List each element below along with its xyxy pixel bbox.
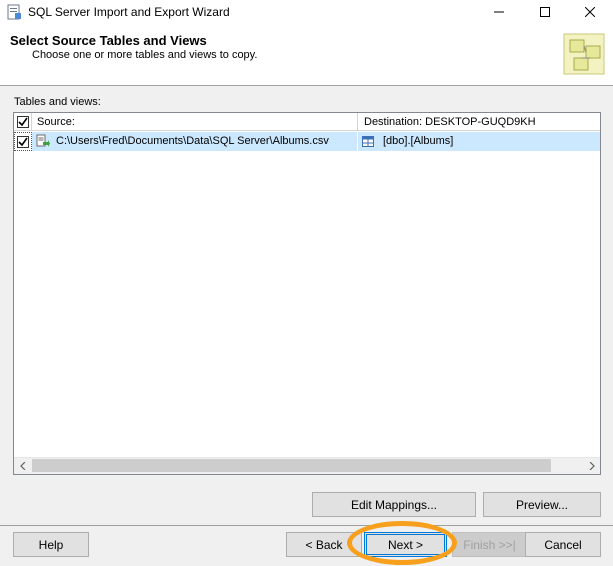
maximize-button[interactable] bbox=[522, 0, 568, 24]
scroll-thumb[interactable] bbox=[32, 459, 551, 472]
footer-separator bbox=[0, 525, 613, 526]
minimize-button[interactable] bbox=[476, 0, 522, 24]
table-icon bbox=[362, 136, 374, 147]
page-subtitle: Choose one or more tables and views to c… bbox=[32, 49, 258, 61]
select-all-checkbox[interactable] bbox=[14, 113, 32, 131]
check-icon bbox=[17, 117, 28, 127]
select-all-checkbox-box bbox=[16, 116, 29, 128]
finish-button: Finish >>| bbox=[452, 532, 527, 557]
destination-table: [dbo].[Albums] bbox=[383, 135, 454, 147]
preview-button[interactable]: Preview... bbox=[483, 492, 601, 517]
wizard-banner-icon bbox=[556, 26, 613, 82]
chevron-left-icon bbox=[19, 461, 25, 470]
scroll-left-button[interactable] bbox=[14, 457, 31, 474]
scroll-right-button[interactable] bbox=[583, 457, 600, 474]
maximize-icon bbox=[540, 7, 550, 17]
tables-grid bbox=[13, 112, 601, 475]
flat-file-source-icon bbox=[36, 134, 50, 147]
cancel-button[interactable]: Cancel bbox=[525, 532, 601, 557]
row-checkbox-box bbox=[17, 135, 29, 148]
close-icon bbox=[585, 7, 595, 17]
back-button[interactable]: < Back bbox=[286, 532, 362, 557]
destination-column-header[interactable]: Destination: DESKTOP-GUQD9KH bbox=[358, 113, 600, 131]
next-button[interactable]: Next > bbox=[364, 532, 447, 557]
source-path: C:\Users\Fred\Documents\Data\SQL Server\… bbox=[56, 135, 329, 147]
minimize-icon bbox=[494, 11, 504, 13]
chevron-right-icon bbox=[589, 461, 595, 470]
window-title: SQL Server Import and Export Wizard bbox=[28, 5, 230, 19]
wizard-app-icon bbox=[7, 4, 21, 20]
check-icon bbox=[18, 137, 28, 146]
source-column-header[interactable]: Source: bbox=[32, 113, 358, 131]
tables-and-views-label: Tables and views: bbox=[14, 96, 101, 108]
help-button[interactable]: Help bbox=[13, 532, 89, 557]
page-title: Select Source Tables and Views bbox=[10, 33, 207, 48]
edit-mappings-button[interactable]: Edit Mappings... bbox=[312, 492, 476, 517]
row-checkbox[interactable] bbox=[14, 132, 32, 151]
close-button[interactable] bbox=[567, 0, 613, 24]
